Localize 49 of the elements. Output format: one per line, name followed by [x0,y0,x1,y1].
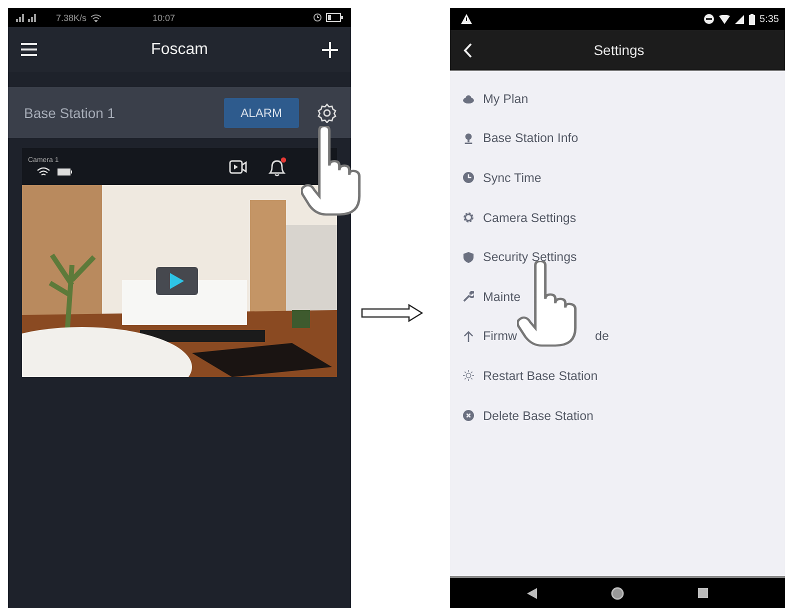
wifi-icon [37,166,50,176]
battery-icon [326,13,343,22]
status-time: 5:35 [760,14,779,24]
close-icon [463,410,474,422]
menu-item[interactable]: Firmw [483,329,518,344]
cloud-icon [463,93,474,104]
signal-icon [734,14,744,24]
sun-icon [463,370,474,382]
play-button[interactable] [156,267,198,295]
menu-item[interactable]: Camera Settings [483,210,576,225]
menu-item[interactable]: Base Station Info [483,131,578,146]
arrow-up-icon [463,330,474,342]
settings-icon[interactable] [317,102,337,122]
station-name: Base Station 1 [24,104,116,120]
menu-item[interactable]: Security Settings [483,250,577,264]
menu-item[interactable]: My Plan [483,92,528,106]
clock-icon [463,172,474,184]
shield-icon [463,252,474,263]
arrow-icon [361,304,423,322]
do-not-disturb-icon [704,14,714,24]
screen-title: Settings [592,42,646,58]
video-camera-icon[interactable] [229,160,247,174]
wifi-icon [90,14,101,22]
battery-icon [57,168,72,176]
back-icon[interactable] [463,42,472,58]
warning-icon [461,14,472,24]
signal-icon [16,13,36,22]
gear-icon [463,212,474,224]
play-icon [170,273,184,289]
alarm-button[interactable]: ALARM [224,98,299,128]
menu-icon[interactable] [21,43,37,56]
menu-item[interactable]: Delete Base Station [483,408,594,423]
menu-item[interactable]: Sync Time [483,170,542,185]
home-icon[interactable] [611,586,624,600]
pointing-hand-icon [301,126,361,216]
wifi-icon [718,14,730,24]
pin-icon [463,132,474,144]
back-icon[interactable] [527,588,537,598]
alarm-icon [313,13,322,22]
network-speed: 7.38K/s [56,12,87,22]
plus-icon[interactable] [322,42,338,58]
menu-item[interactable]: Mainte [483,290,521,304]
status-time: 10:07 [152,12,176,22]
app-title: Foscam [151,40,208,58]
menu-item-text: de [595,329,609,344]
battery-icon [748,14,755,24]
menu-item[interactable]: Restart Base Station [483,368,598,383]
bell-icon[interactable] [267,156,287,176]
wrench-icon [463,291,474,302]
